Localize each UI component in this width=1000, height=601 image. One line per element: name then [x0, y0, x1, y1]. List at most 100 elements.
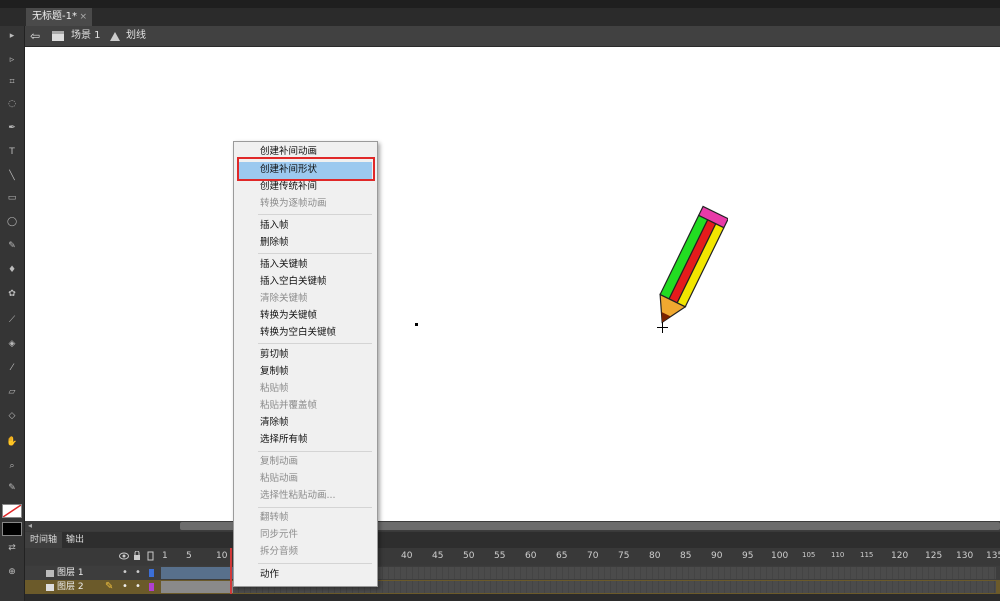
- menu-item-paste-frames: 粘贴帧: [260, 383, 289, 394]
- ruler-label: 130: [956, 551, 974, 561]
- hand-tool-icon[interactable]: ✋: [5, 436, 19, 448]
- menu-item-clear-keyframe: 清除关键帧: [260, 293, 308, 304]
- menu-item-actions[interactable]: 动作: [260, 567, 279, 583]
- crosshair-icon: [657, 322, 668, 333]
- ruler-label: 80: [649, 551, 661, 561]
- selected-frames[interactable]: [161, 581, 233, 593]
- free-transform-tool-icon[interactable]: ⌗: [5, 76, 19, 88]
- menu-item-create-classic-tween[interactable]: 创建传统补间: [260, 179, 317, 195]
- ruler-label: 5: [186, 551, 192, 561]
- toolbox: ▸ ▹ ⌗ ◌ ✒ T ╲ ▭ ◯ ✎ ♦ ✿ ⟋ ◈ ⁄ ▱ ◇ ✋ ⌕ ✎ …: [0, 26, 25, 601]
- fill-color-swatch[interactable]: [2, 522, 22, 536]
- lock-dot[interactable]: •: [135, 566, 141, 580]
- document-tab-bar: 无标题-1* ×: [0, 0, 1000, 26]
- outline-icon[interactable]: [147, 551, 154, 561]
- menu-separator: [258, 343, 372, 344]
- menu-separator: [258, 563, 372, 564]
- selected-frames[interactable]: [161, 567, 233, 579]
- pen-tool-icon[interactable]: ✒: [5, 122, 19, 134]
- brush-tool-icon[interactable]: ♦: [5, 264, 19, 276]
- ruler-label: 55: [494, 551, 506, 561]
- outline-color-swatch[interactable]: [149, 569, 154, 577]
- swap-colors-icon[interactable]: ⇄: [5, 542, 19, 554]
- zoom-tool-icon[interactable]: ⌕: [5, 460, 19, 472]
- menu-item-reverse-frames: 翻转帧: [260, 512, 289, 523]
- tab-timeline[interactable]: 时间轴: [25, 532, 63, 548]
- scene-icon: [52, 31, 64, 41]
- back-arrow-icon[interactable]: ⇦: [30, 26, 40, 46]
- stroke-color-icon[interactable]: ✎: [5, 482, 19, 494]
- menu-item-split-audio: 拆分音频: [260, 546, 299, 557]
- ruler-label: 85: [680, 551, 692, 561]
- eyedropper-tool-icon[interactable]: ⁄: [5, 362, 19, 374]
- subselection-tool-icon[interactable]: ▹: [5, 54, 19, 66]
- timeline-layer[interactable]: 图层 2 ✎ • •: [25, 580, 1000, 594]
- ruler-label: 75: [618, 551, 630, 561]
- ruler-label: 125: [925, 551, 943, 561]
- edit-bar: ⇦ 场景 1 划线: [25, 26, 1000, 47]
- deco-tool-icon[interactable]: ✿: [5, 288, 19, 300]
- lasso-tool-icon[interactable]: ◌: [5, 98, 19, 110]
- symbol-breadcrumb[interactable]: 划线: [126, 26, 146, 46]
- menu-item-convert-frame-by-frame: 转换为逐帧动画: [260, 198, 327, 209]
- ruler-label: 110: [831, 551, 845, 559]
- layer-icon: [46, 570, 54, 577]
- timeline-footer: [25, 594, 1000, 601]
- scroll-left-icon[interactable]: ◂: [28, 521, 32, 531]
- bone-tool-icon[interactable]: ⟋: [5, 314, 19, 326]
- layer-name[interactable]: 图层 2: [57, 580, 84, 594]
- menu-separator: [258, 451, 372, 452]
- menu-item-synchronize-symbols: 同步元件: [260, 529, 299, 540]
- lock-icon[interactable]: [133, 551, 141, 561]
- playhead[interactable]: [230, 548, 232, 594]
- text-tool-icon[interactable]: T: [5, 146, 19, 158]
- timeline-header: 1 5 10 40 45 50 55 60 65 70 75 80 85 90 …: [25, 548, 1000, 565]
- tab-output[interactable]: 输出: [61, 532, 89, 548]
- menu-item-paste-motion-special: 选择性粘贴动画...: [260, 490, 336, 501]
- outline-color-swatch[interactable]: [149, 583, 154, 591]
- close-tab-icon[interactable]: ×: [79, 8, 87, 26]
- paint-bucket-tool-icon[interactable]: ◈: [5, 338, 19, 350]
- document-tab-title: 无标题-1*: [32, 11, 77, 22]
- ruler-label: 40: [401, 551, 413, 561]
- menu-item-clear-frames[interactable]: 清除帧: [260, 415, 289, 431]
- ruler-label: 105: [802, 551, 816, 559]
- menu-item-select-all-frames[interactable]: 选择所有帧: [260, 432, 308, 448]
- document-tab[interactable]: 无标题-1* ×: [26, 8, 92, 26]
- camera-tool-icon[interactable]: ◇: [5, 410, 19, 422]
- timeline-panel-tabs: 时间轴 输出: [25, 532, 1000, 548]
- pencil-tool-icon[interactable]: ✎: [5, 240, 19, 252]
- visibility-dot[interactable]: •: [122, 580, 128, 594]
- symbol-icon: [110, 32, 120, 41]
- no-color-icon: [2, 504, 22, 518]
- rectangle-tool-icon[interactable]: ▭: [5, 192, 19, 204]
- stage-horizontal-scrollbar[interactable]: ◂: [25, 521, 1000, 531]
- scene-breadcrumb[interactable]: 场景 1: [71, 26, 101, 46]
- selection-tool-icon[interactable]: ▸: [5, 30, 19, 42]
- menu-item-copy-frames[interactable]: 复制帧: [260, 364, 289, 380]
- ruler-label: 135: [986, 551, 1000, 561]
- menu-item-copy-motion: 复制动画: [260, 456, 299, 467]
- menu-item-convert-to-blank-keyframe[interactable]: 转换为空白关键帧: [260, 325, 336, 341]
- timeline-layer[interactable]: 图层 1 • •: [25, 566, 1000, 580]
- eraser-tool-icon[interactable]: ▱: [5, 386, 19, 398]
- visibility-dot[interactable]: •: [122, 566, 128, 580]
- eye-icon[interactable]: [119, 552, 129, 560]
- oval-tool-icon[interactable]: ◯: [5, 216, 19, 228]
- menu-separator: [258, 507, 372, 508]
- menu-item-insert-keyframe[interactable]: 插入关键帧: [260, 257, 308, 273]
- lock-dot[interactable]: •: [135, 580, 141, 594]
- ruler-label: 50: [463, 551, 475, 561]
- menu-item-insert-frame[interactable]: 插入帧: [260, 218, 289, 234]
- snap-icon[interactable]: ⊕: [5, 566, 19, 578]
- stage[interactable]: [25, 47, 1000, 521]
- menu-item-convert-to-keyframe[interactable]: 转换为关键帧: [260, 308, 317, 324]
- title-strip: [0, 0, 1000, 8]
- line-tool-icon[interactable]: ╲: [5, 170, 19, 182]
- stroke-color-swatch[interactable]: [2, 504, 22, 518]
- menu-item-insert-blank-keyframe[interactable]: 插入空白关键帧: [260, 274, 327, 290]
- pencil-edit-icon: ✎: [105, 581, 114, 592]
- menu-item-remove-frames[interactable]: 删除帧: [260, 235, 289, 251]
- layer-name[interactable]: 图层 1: [57, 566, 84, 580]
- menu-item-cut-frames[interactable]: 剪切帧: [260, 347, 289, 363]
